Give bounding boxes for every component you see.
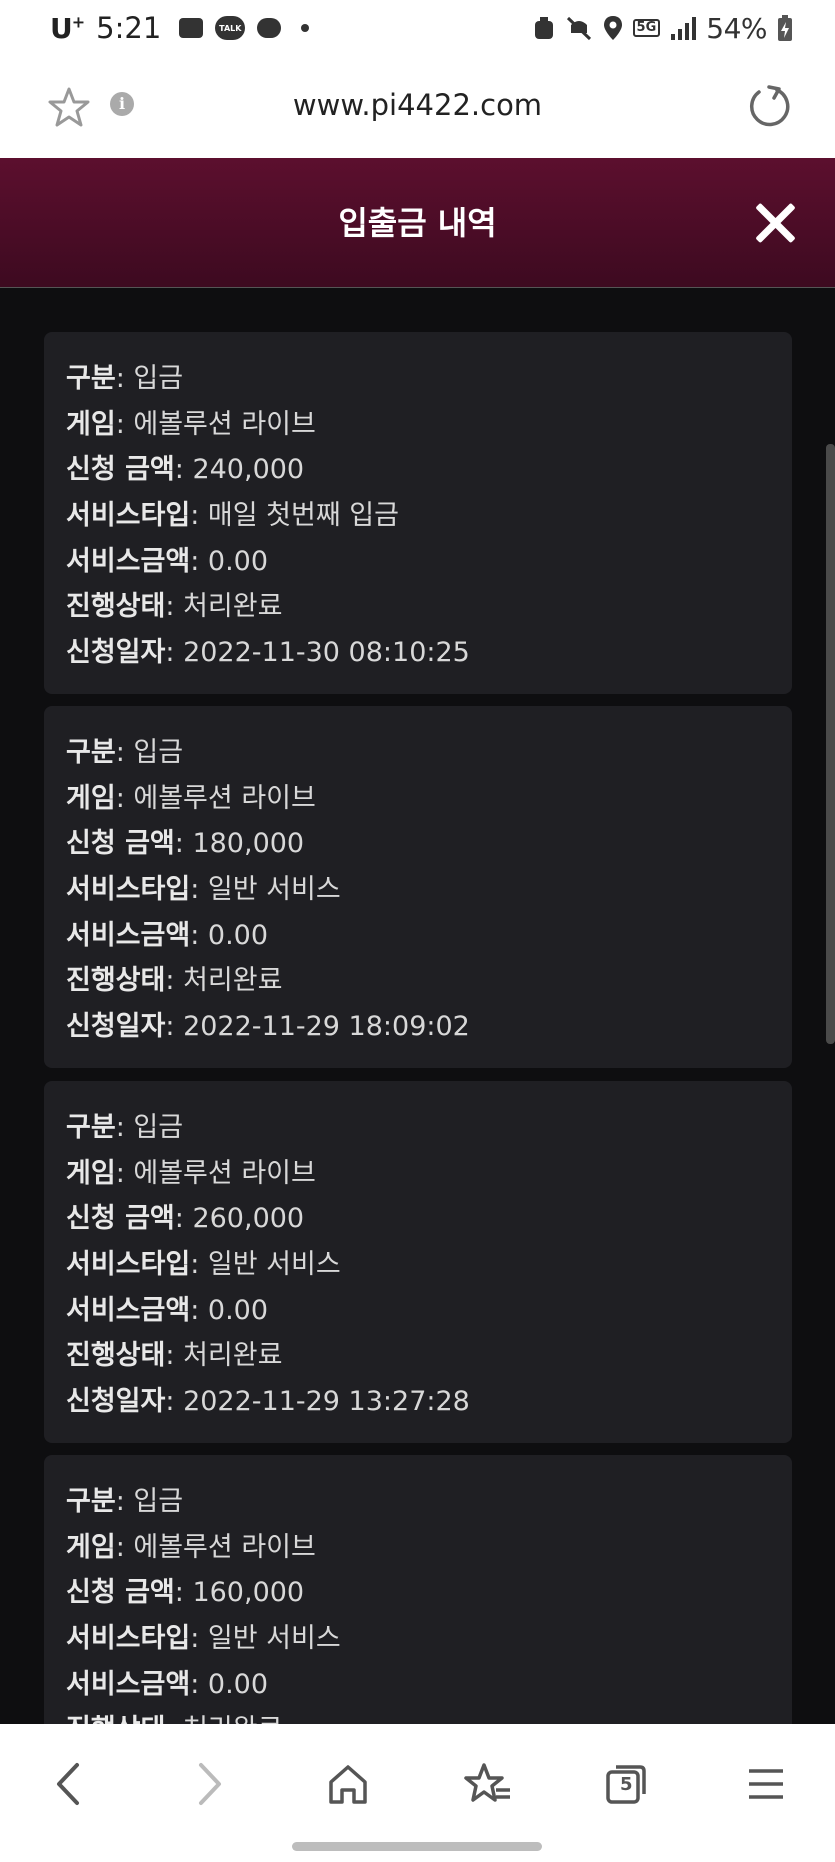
browser-toolbar: i www.pi4422.com [0, 56, 835, 158]
home-indicator[interactable] [292, 1842, 542, 1851]
row-status: 진행상태: 처리완료 [66, 965, 283, 997]
row-service-amount: 서비스금액: 0.00 [66, 919, 269, 951]
row-game: 게임: 에볼루션 라이브 [66, 782, 316, 814]
battery-level: 54% [706, 11, 767, 45]
row-date: 신청일자: 2022-11-29 18:09:02 [66, 1011, 470, 1043]
row-amount: 신청 금액: 240,000 [66, 454, 305, 486]
row-amount: 신청 금액: 180,000 [66, 828, 305, 860]
transaction-card: 구분: 입금 게임: 에볼루션 라이브 신청 금액: 240,000 서비스타입… [44, 332, 792, 694]
row-date: 신청일자: 2022-11-29 13:27:28 [66, 1386, 470, 1418]
modal-title: 입출금 내역 [338, 204, 497, 242]
close-icon[interactable] [752, 200, 798, 246]
transaction-card: 구분: 입금 게임: 에볼루션 라이브 신청 금액: 180,000 서비스타입… [44, 706, 792, 1068]
home-icon [329, 1765, 367, 1804]
modal-header: 입출금 내역 [0, 158, 835, 288]
row-service-amount: 서비스금액: 0.00 [66, 545, 269, 577]
transaction-card: 구분: 입금 게임: 에볼루션 라이브 신청 금액: 160,000 서비스타입… [44, 1455, 792, 1724]
network-icon: 5G [632, 19, 661, 37]
recycle-icon [534, 17, 553, 39]
row-service-type: 서비스타입: 일반 서비스 [66, 1249, 341, 1281]
mute-icon [566, 16, 591, 41]
row-date: 신청일자: 2022-11-30 08:10:25 [66, 637, 470, 669]
url-bar[interactable]: www.pi4422.com [0, 88, 835, 122]
tab-count: 5 [620, 1774, 633, 1795]
row-game: 게임: 에볼루션 라이브 [66, 1157, 316, 1189]
forward-icon [199, 1763, 221, 1805]
status-right: 5G 54% [533, 12, 793, 45]
reload-icon[interactable] [747, 84, 791, 128]
row-service-amount: 서비스금액: 0.00 [66, 1294, 269, 1326]
status-bar: U+ 5:21 TALK 5G 54% [0, 0, 835, 56]
row-game: 게임: 에볼루션 라이브 [66, 408, 316, 440]
row-type: 구분: 입금 [66, 737, 184, 768]
row-type: 구분: 입금 [66, 1112, 184, 1143]
row-service-type: 서비스타입: 일반 서비스 [66, 1623, 341, 1655]
row-type: 구분: 입금 [66, 1486, 184, 1517]
status-left: U+ 5:21 TALK [50, 11, 310, 45]
menu-button[interactable] [736, 1754, 796, 1814]
row-amount: 신청 금액: 260,000 [66, 1203, 305, 1235]
signal-icon [671, 17, 697, 40]
back-icon [57, 1763, 79, 1805]
menu-icon [749, 1769, 783, 1799]
location-icon [603, 16, 622, 40]
bookmarks-icon [464, 1763, 510, 1802]
row-game: 게임: 에볼루션 라이브 [66, 1531, 316, 1563]
tabs-button[interactable]: 5 [596, 1754, 656, 1814]
row-status: 진행상태: 처리완료 [66, 591, 283, 623]
row-service-amount: 서비스금액: 0.00 [66, 1668, 269, 1700]
back-button[interactable] [38, 1754, 98, 1814]
message-icon [179, 18, 204, 38]
row-service-type: 서비스타입: 일반 서비스 [66, 874, 341, 906]
more-notifications-icon [301, 24, 310, 32]
battery-icon [778, 15, 792, 41]
row-status: 진행상태: 처리완료 [66, 1340, 283, 1372]
scrollbar-thumb[interactable] [826, 444, 835, 1044]
bookmarks-button[interactable] [458, 1754, 518, 1814]
chat-icon [257, 18, 282, 38]
bottom-nav: 5 [0, 1724, 835, 1862]
clock: 5:21 [96, 11, 162, 45]
row-amount: 신청 금액: 160,000 [66, 1577, 305, 1609]
carrier-label: U+ [50, 11, 85, 45]
row-service-type: 서비스타입: 매일 첫번째 입금 [66, 500, 399, 532]
home-button[interactable] [318, 1754, 378, 1814]
row-status: 진행상태: 처리완료 [66, 1707, 770, 1724]
row-type: 구분: 입금 [66, 363, 184, 394]
transaction-card: 구분: 입금 게임: 에볼루션 라이브 신청 금액: 260,000 서비스타입… [44, 1081, 792, 1443]
kakaotalk-icon: TALK [215, 16, 246, 40]
forward-button[interactable] [180, 1754, 240, 1814]
transaction-list[interactable]: 구분: 입금 게임: 에볼루션 라이브 신청 금액: 240,000 서비스타입… [0, 288, 835, 1724]
